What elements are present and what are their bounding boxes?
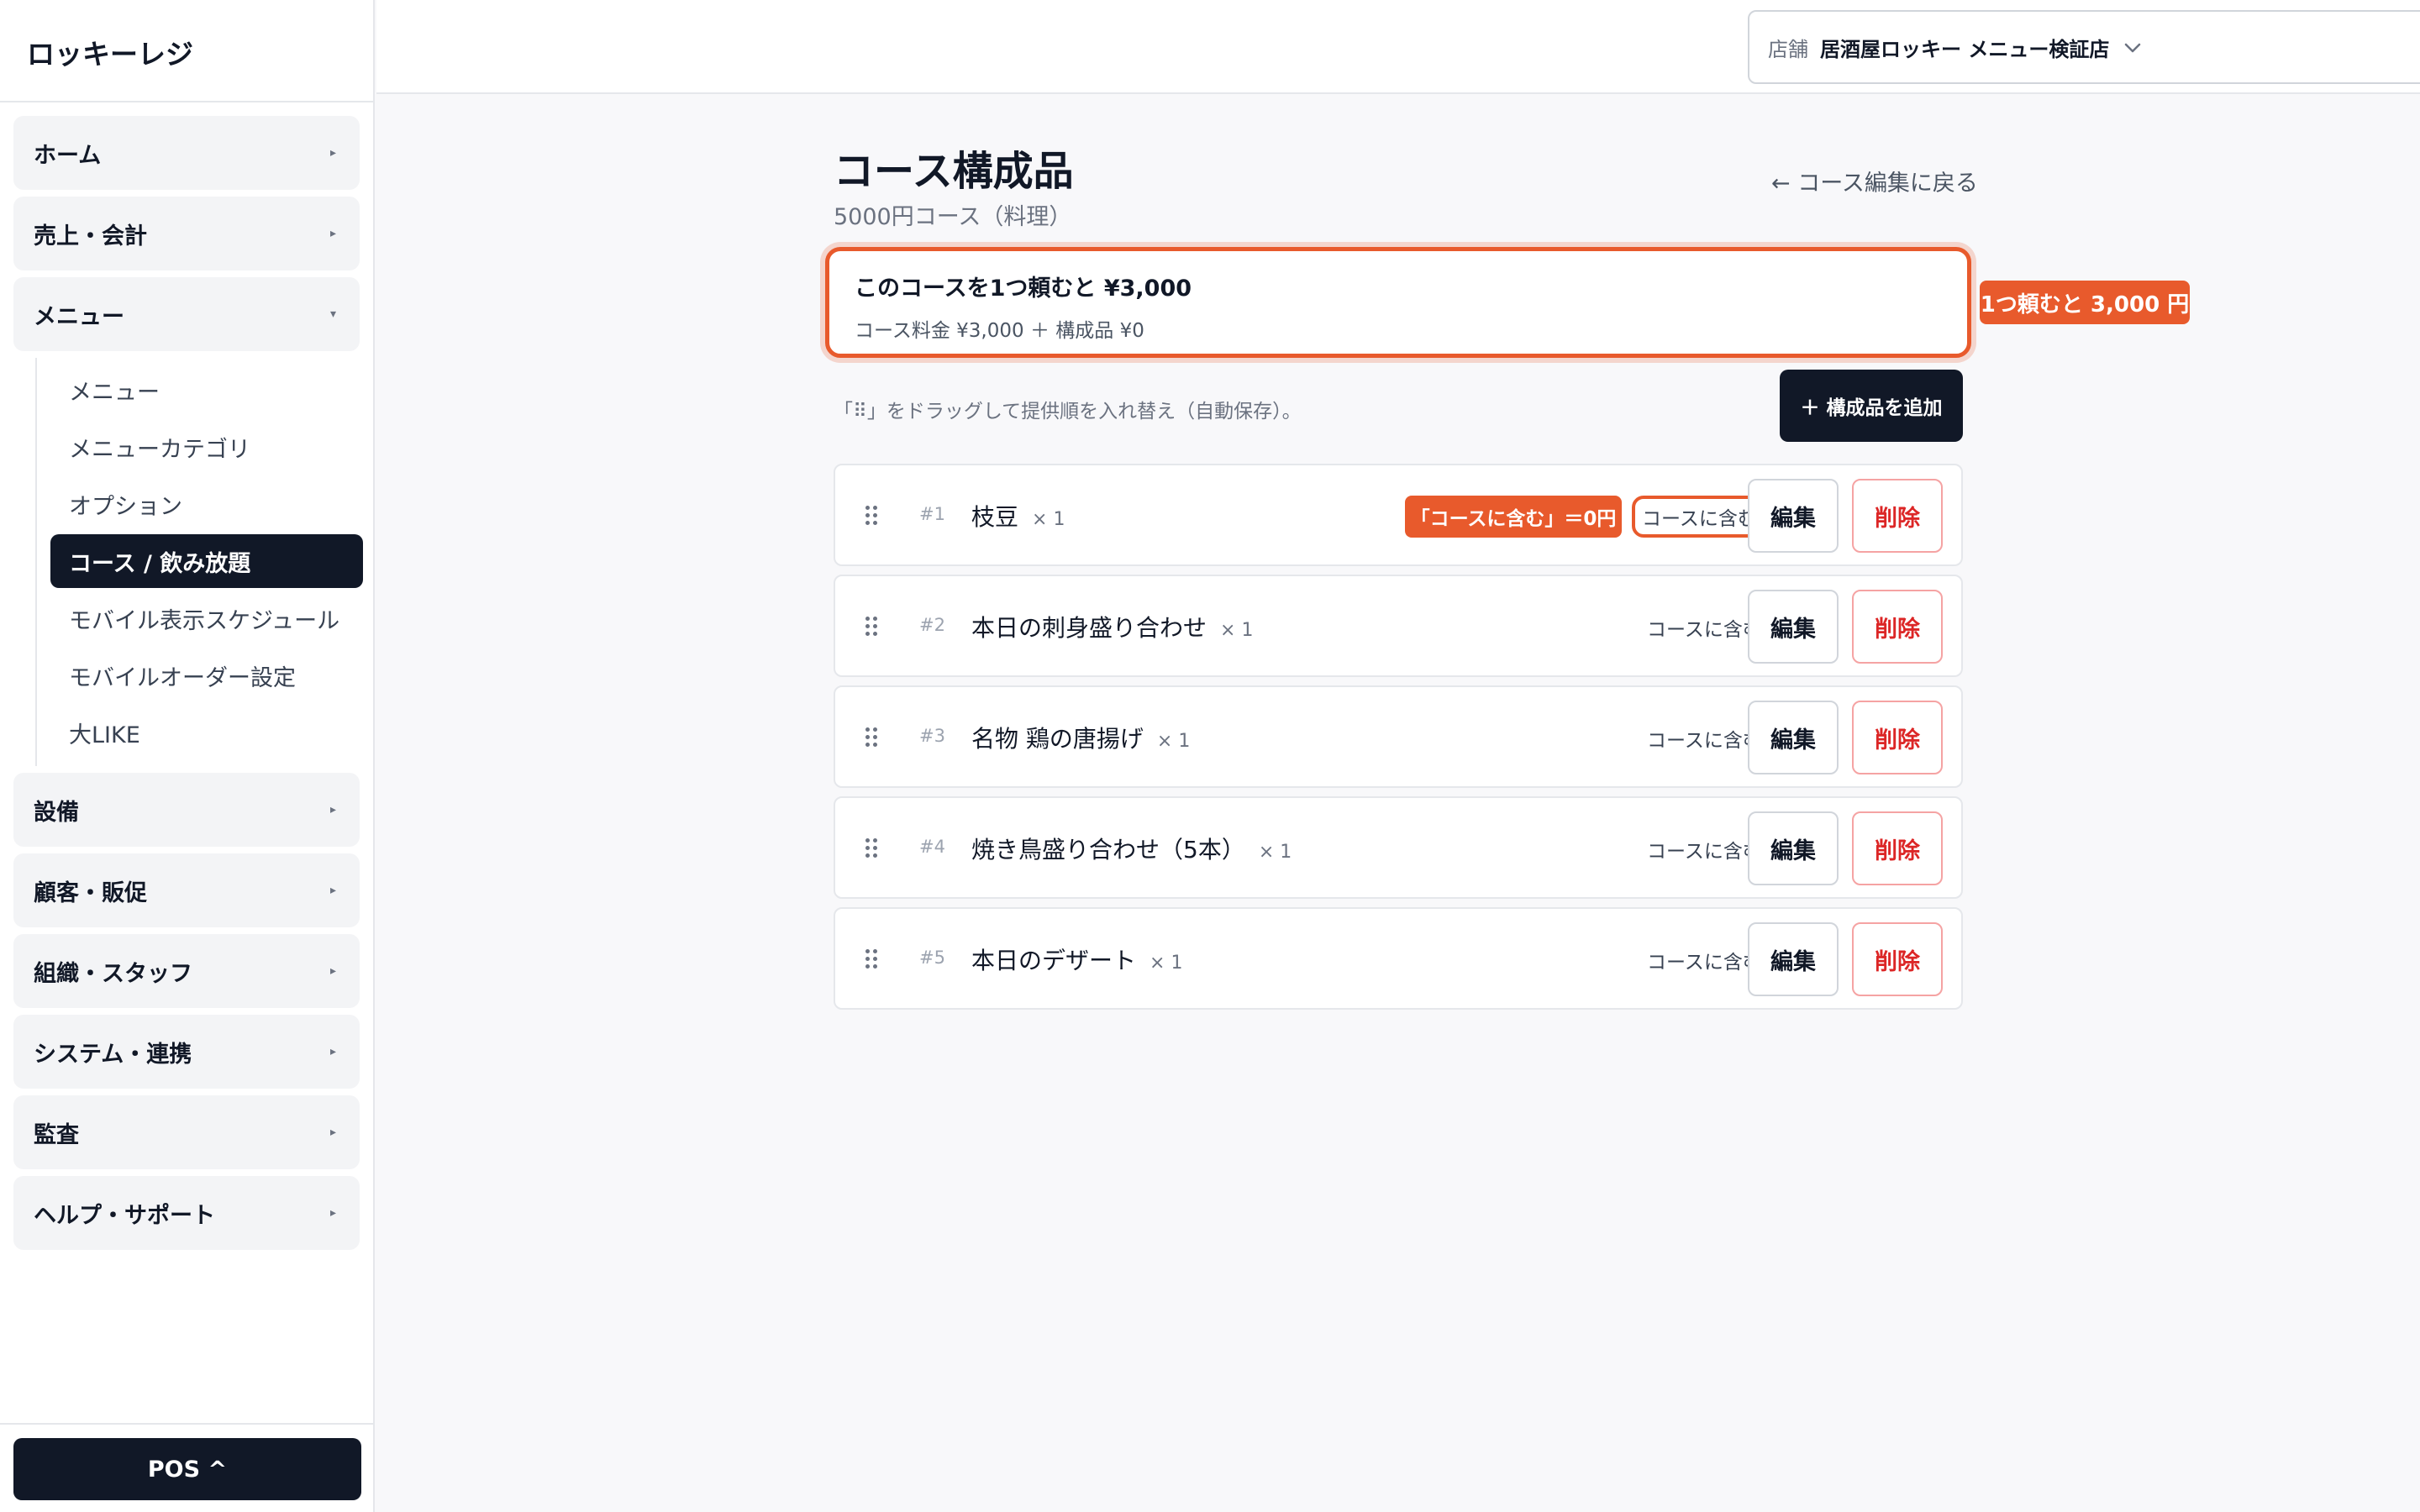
course-price-summary: このコースを1つ頼むと ¥3,000 コース料金 ¥3,000 ＋ 構成品 ¥0 [825,247,1971,358]
nav-group-system[interactable]: システム・連携 ▸ [13,1015,360,1089]
nav-group-help[interactable]: ヘルプ・サポート ▸ [13,1176,360,1250]
back-to-course-edit-link[interactable]: ← コース編集に戻る [1771,165,1978,197]
item-name: 本日の刺身盛り合わせ [971,614,1207,642]
item-quantity: × 1 [1220,620,1254,641]
item-name-wrap: 枝豆 × 1 [971,499,1065,533]
item-number: #1 [919,504,945,524]
nav-group-home[interactable]: ホーム ▸ [13,116,360,190]
item-name-wrap: 本日の刺身盛り合わせ × 1 [971,610,1253,643]
sidebar-item-mobile-order-settings[interactable]: モバイルオーダー設定 [50,648,363,702]
drag-handle-icon[interactable] [865,949,877,969]
sidebar-nav: ホーム ▸ 売上・会計 ▸ メニュー ▾ メニュー メニューカテゴリ オプション… [0,102,373,1250]
item-quantity: × 1 [1032,509,1065,530]
delete-button[interactable]: 削除 [1852,590,1943,664]
sidebar-item-course-all-you-can-drink[interactable]: コース / 飲み放題 [50,534,363,588]
sidebar-item-dai-like[interactable]: 大LIKE [50,706,363,759]
caret-right-icon: ▸ [329,146,336,160]
delete-button[interactable]: 削除 [1852,811,1943,885]
include-callout-badge: 「コースに含む」＝0円 [1405,496,1622,538]
summary-callout-badge: 1つ頼むと 3,000 円 [1980,281,2190,324]
nav-group-label: システム・連携 [34,1041,192,1068]
chevron-down-icon [2124,37,2141,57]
nav-group-equipment[interactable]: 設備 ▸ [13,773,360,847]
item-name: 枝豆 [971,503,1019,531]
caret-right-icon: ▸ [329,964,336,978]
store-selector[interactable]: 店舗 居酒屋ロッキー メニュー検証店 [1748,10,2420,84]
include-in-course-toggle[interactable]: コースに含む [1632,496,1767,538]
list-item: #3 名物 鶏の唐揚げ × 1 コースに含む 編集 削除 [834,685,1963,788]
nav-group-label: 組織・スタッフ [34,960,192,987]
item-name-wrap: 名物 鶏の唐揚げ × 1 [971,721,1190,754]
nav-group-label: 設備 [34,799,79,826]
item-name: 名物 鶏の唐揚げ [971,725,1144,753]
sidebar-footer: POS ^ [0,1423,375,1512]
item-number: #2 [919,615,945,635]
page-subtitle: 5000円コース（料理） [834,204,1072,230]
nav-group-label: ホーム [34,142,102,169]
nav-group-sales[interactable]: 売上・会計 ▸ [13,197,360,270]
nav-group-label: メニュー [34,303,124,330]
add-component-button[interactable]: ＋ 構成品を追加 [1780,370,1963,442]
item-name-wrap: 焼き鳥盛り合わせ（5本） × 1 [971,832,1292,865]
nav-group-label: 売上・会計 [34,223,147,249]
caret-down-icon: ▾ [329,307,336,321]
item-number: #5 [919,948,945,968]
caret-right-icon: ▸ [329,1045,336,1058]
item-name: 焼き鳥盛り合わせ（5本） [971,836,1245,864]
item-name: 本日のデザート [971,947,1137,974]
nav-group-label: ヘルプ・サポート [34,1202,215,1229]
item-quantity: × 1 [1258,842,1292,863]
item-quantity: × 1 [1150,953,1183,974]
top-bar: 店舗 居酒屋ロッキー メニュー検証店 [376,0,2420,94]
item-number: #4 [919,837,945,857]
nav-group-label: 顧客・販促 [34,879,147,906]
drag-handle-icon[interactable] [865,838,877,858]
edit-button[interactable]: 編集 [1748,479,1839,553]
drag-hint: 「⠿」をドラッグして提供順を入れ替え（自動保存）。 [834,401,1302,423]
nav-group-label: 監査 [34,1121,79,1148]
caret-right-icon: ▸ [329,1206,336,1220]
pos-button[interactable]: POS ^ [13,1438,361,1500]
nav-group-menu[interactable]: メニュー ▾ [13,277,360,351]
store-label: 店舗 [1768,37,1808,61]
sidebar-item-mobile-schedule[interactable]: モバイル表示スケジュール [50,591,363,645]
delete-button[interactable]: 削除 [1852,701,1943,774]
edit-button[interactable]: 編集 [1748,922,1839,996]
menu-submenu: メニュー メニューカテゴリ オプション コース / 飲み放題 モバイル表示スケジ… [35,358,363,766]
store-value: 居酒屋ロッキー メニュー検証店 [1820,37,2110,61]
summary-title: このコースを1つ頼むと ¥3,000 [855,276,1192,302]
caret-right-icon: ▸ [329,803,336,816]
delete-button[interactable]: 削除 [1852,922,1943,996]
caret-right-icon: ▸ [329,1126,336,1139]
edit-button[interactable]: 編集 [1748,701,1839,774]
item-number: #3 [919,726,945,746]
edit-button[interactable]: 編集 [1748,811,1839,885]
nav-group-customers[interactable]: 顧客・販促 ▸ [13,853,360,927]
summary-detail: コース料金 ¥3,000 ＋ 構成品 ¥0 [855,320,1144,342]
caret-right-icon: ▸ [329,884,336,897]
list-item: #2 本日の刺身盛り合わせ × 1 コースに含む 編集 削除 [834,575,1963,677]
nav-group-organization[interactable]: 組織・スタッフ ▸ [13,934,360,1008]
sidebar-item-options[interactable]: オプション [50,477,363,531]
app-brand: ロッキーレジ [0,0,373,102]
edit-button[interactable]: 編集 [1748,590,1839,664]
drag-handle-icon[interactable] [865,617,877,637]
sidebar: ロッキーレジ ホーム ▸ 売上・会計 ▸ メニュー ▾ メニュー メニューカテゴ… [0,0,375,1512]
item-name-wrap: 本日のデザート × 1 [971,942,1182,976]
sidebar-item-menu[interactable]: メニュー [50,363,363,417]
caret-right-icon: ▸ [329,227,336,240]
drag-handle-icon[interactable] [865,506,877,526]
list-item: #4 焼き鳥盛り合わせ（5本） × 1 コースに含む 編集 削除 [834,796,1963,899]
component-list: #1 枝豆 × 1 「コースに含む」＝0円 コースに含む 編集 削除 #2 本日の… [834,464,1963,1018]
list-item: #1 枝豆 × 1 「コースに含む」＝0円 コースに含む 編集 削除 [834,464,1963,566]
nav-group-audit[interactable]: 監査 ▸ [13,1095,360,1169]
item-quantity: × 1 [1156,731,1191,752]
page-title: コース構成品 [834,148,1074,195]
delete-button[interactable]: 削除 [1852,479,1943,553]
drag-handle-icon[interactable] [865,727,877,748]
sidebar-item-menu-category[interactable]: メニューカテゴリ [50,420,363,474]
list-item: #5 本日のデザート × 1 コースに含む 編集 削除 [834,907,1963,1010]
